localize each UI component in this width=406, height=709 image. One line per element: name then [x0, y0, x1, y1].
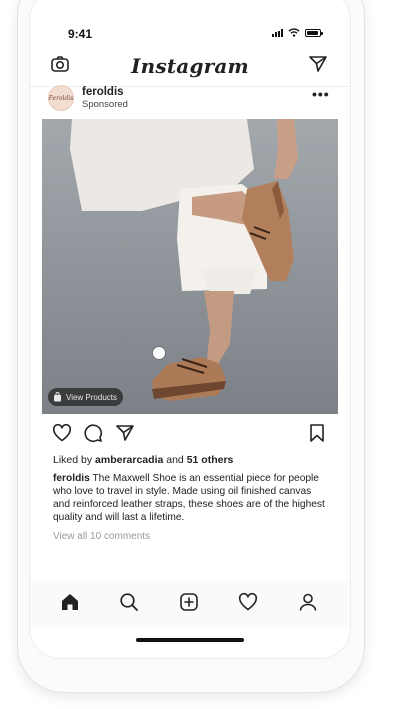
view-products-button[interactable]: View Products: [48, 388, 123, 406]
likes-count[interactable]: 51 others: [187, 454, 234, 466]
top-bar: Instagram: [30, 52, 350, 84]
caption-username[interactable]: feroldis: [53, 473, 90, 484]
more-options-icon[interactable]: •••: [312, 86, 330, 102]
search-icon[interactable]: [119, 592, 139, 612]
avatar[interactable]: Feroldis: [48, 85, 74, 111]
post-image[interactable]: View Products: [42, 119, 338, 414]
share-icon[interactable]: [115, 423, 135, 443]
heart-icon[interactable]: [52, 423, 72, 443]
wifi-icon: [288, 28, 300, 37]
comment-icon[interactable]: [83, 423, 103, 443]
post-username[interactable]: feroldis: [82, 86, 124, 98]
app-logo: Instagram: [131, 54, 249, 78]
plus-square-icon[interactable]: [179, 592, 199, 612]
post-caption: feroldis The Maxwell Shoe is an essentia…: [53, 472, 325, 524]
post-header: Feroldis feroldis Sponsored •••: [30, 84, 350, 120]
status-time: 9:41: [68, 27, 93, 41]
product-tag-dot[interactable]: [153, 347, 165, 359]
home-indicator[interactable]: [136, 638, 244, 642]
caption-text: The Maxwell Shoe is an essential piece f…: [53, 473, 325, 523]
view-comments-link[interactable]: View all 10 comments: [53, 531, 150, 542]
post-actions: [30, 423, 350, 447]
battery-icon: [305, 28, 323, 37]
bookmark-icon[interactable]: [308, 423, 326, 443]
likes-prefix: Liked by: [53, 454, 96, 466]
shopping-bag-icon: [54, 392, 61, 402]
liked-by-user[interactable]: amberarcadia: [95, 454, 163, 466]
likes-line: Liked by amberarcadia and 51 others: [53, 454, 233, 466]
view-products-label: View Products: [66, 392, 117, 402]
profile-icon[interactable]: [298, 592, 318, 612]
sponsored-label: Sponsored: [82, 99, 128, 110]
status-bar: 9:41: [30, 0, 350, 50]
home-icon[interactable]: [60, 592, 80, 612]
phone-screen: 9:41 Instagram Feroldis feroldis Sponsor…: [30, 0, 350, 658]
status-icons: [272, 28, 323, 37]
likes-and: and: [163, 454, 187, 466]
direct-message-icon[interactable]: [308, 54, 328, 74]
signal-icon: [272, 28, 283, 37]
activity-heart-icon[interactable]: [238, 592, 258, 612]
shoe-photo: [42, 119, 338, 414]
bottom-nav: [30, 580, 350, 628]
